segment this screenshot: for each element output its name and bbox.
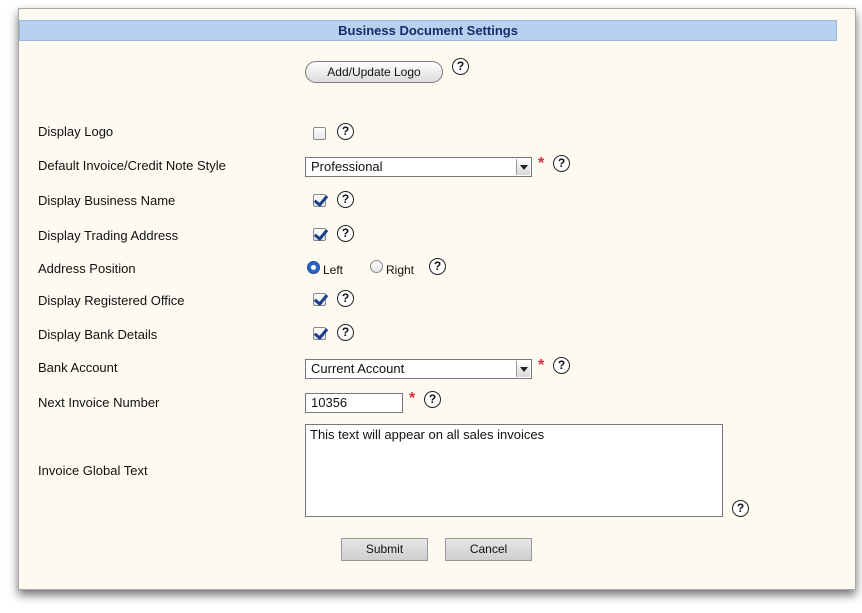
address-position-right-label[interactable]: Right <box>386 263 414 277</box>
invoice-style-label: Default Invoice/Credit Note Style <box>38 158 226 173</box>
display-logo-checkbox[interactable] <box>313 127 326 140</box>
next-invoice-number-label: Next Invoice Number <box>38 395 160 410</box>
submit-button[interactable]: Submit <box>341 538 428 561</box>
help-icon-invoice-number[interactable]: ? <box>424 391 441 408</box>
display-registered-office-label: Display Registered Office <box>38 293 185 308</box>
required-icon: * <box>538 155 545 172</box>
display-registered-office-checkbox[interactable] <box>313 293 326 306</box>
bank-account-label: Bank Account <box>38 360 118 375</box>
next-invoice-number-input[interactable]: 10356 <box>305 393 403 413</box>
bank-account-select[interactable]: Current Account <box>305 359 532 379</box>
invoice-style-value: Professional <box>311 159 383 174</box>
display-bank-details-checkbox[interactable] <box>313 327 326 340</box>
address-position-right-radio[interactable] <box>370 260 383 273</box>
help-icon-display-logo[interactable]: ? <box>337 123 354 140</box>
display-logo-label: Display Logo <box>38 124 114 139</box>
cancel-button[interactable]: Cancel <box>445 538 532 561</box>
help-icon-registered-office[interactable]: ? <box>337 290 354 307</box>
display-bank-details-label: Display Bank Details <box>38 327 158 342</box>
display-trading-address-checkbox[interactable] <box>313 228 326 241</box>
display-business-name-label: Display Business Name <box>38 193 176 208</box>
required-icon: * <box>538 357 545 374</box>
help-icon-address-position[interactable]: ? <box>429 258 446 275</box>
invoice-global-text-textarea[interactable]: This text will appear on all sales invoi… <box>305 424 723 517</box>
chevron-down-icon <box>516 159 530 175</box>
display-business-name-checkbox[interactable] <box>313 194 326 207</box>
help-icon-business-name[interactable]: ? <box>337 191 354 208</box>
help-icon-bank-account[interactable]: ? <box>553 357 570 374</box>
help-icon-logo[interactable]: ? <box>452 58 469 75</box>
panel-title: Business Document Settings <box>19 20 837 41</box>
address-position-left-radio[interactable] <box>307 261 320 274</box>
invoice-global-text-label: Invoice Global Text <box>38 463 148 478</box>
chevron-down-icon <box>516 361 530 377</box>
add-update-logo-button[interactable]: Add/Update Logo <box>305 61 443 83</box>
help-icon-invoice-style[interactable]: ? <box>553 155 570 172</box>
bank-account-value: Current Account <box>311 361 405 376</box>
required-icon: * <box>409 390 416 407</box>
address-position-label: Address Position <box>38 261 136 276</box>
help-icon-bank-details[interactable]: ? <box>337 324 354 341</box>
display-trading-address-label: Display Trading Address <box>38 228 179 243</box>
help-icon-trading-address[interactable]: ? <box>337 225 354 242</box>
invoice-style-select[interactable]: Professional <box>305 157 532 177</box>
help-icon-global-text[interactable]: ? <box>732 500 749 517</box>
address-position-left-label[interactable]: Left <box>323 263 343 277</box>
